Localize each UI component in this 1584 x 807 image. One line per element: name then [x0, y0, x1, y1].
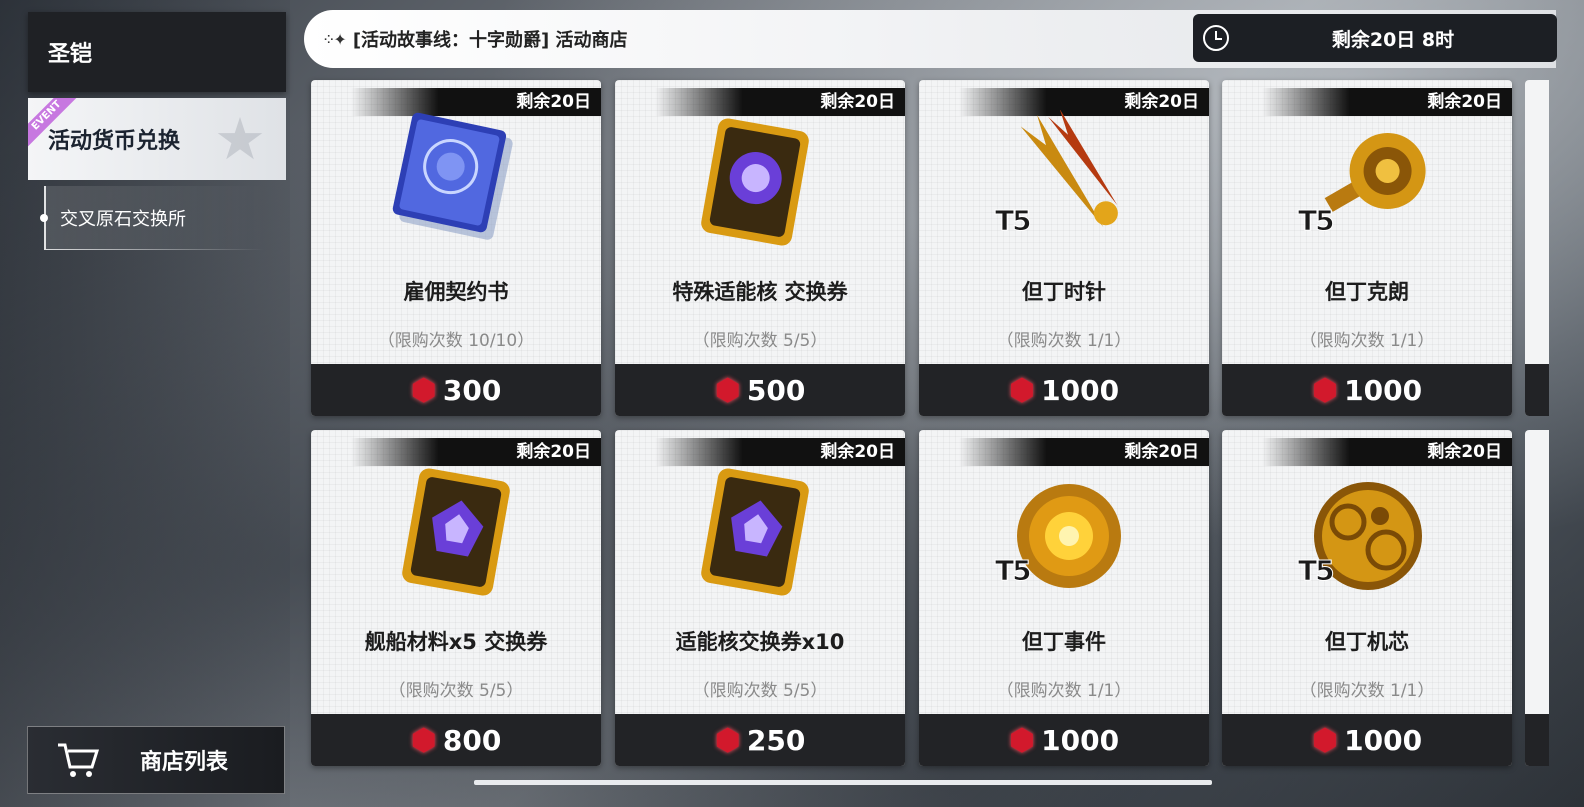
price-bar[interactable]: ⬢ 300 [311, 364, 601, 416]
purchase-limit: （限购次数 5/5） [692, 681, 828, 701]
red-gem-currency-icon: ⬢ [410, 372, 437, 408]
price-bar[interactable]: ⬢ 1000 [919, 364, 1209, 416]
purchase-limit: （限购次数 1/1） [1299, 331, 1435, 351]
cart-icon [28, 741, 128, 779]
price-value: 250 [746, 723, 806, 757]
timer-text: 剩余20日 8时 [1331, 28, 1455, 51]
red-gem-currency-icon: ⬢ [410, 722, 437, 758]
red-gem-currency-icon: ⬢ [1008, 372, 1036, 408]
item-name: 特殊适能核 交换券 [672, 280, 848, 304]
tier-badge: T5 [1298, 554, 1336, 588]
partial-shop-item-card[interactable] [1525, 80, 1549, 416]
red-gem-currency-icon: ⬢ [1311, 722, 1339, 758]
category-title[interactable]: 圣铠 [28, 12, 286, 92]
shop-list-button[interactable]: 商店列表 [27, 726, 285, 794]
shop-list-label: 商店列表 [140, 750, 229, 775]
price-bar[interactable]: ⬢ 1000 [919, 714, 1209, 766]
price-value: 1000 [1041, 373, 1120, 407]
purchase-limit: （限购次数 5/5） [388, 681, 524, 701]
price-bar[interactable]: ⬢ 800 [311, 714, 601, 766]
item-name: 但丁事件 [1022, 630, 1106, 654]
purchase-limit: （限购次数 1/1） [996, 681, 1132, 701]
price-value: 500 [746, 373, 806, 407]
horizontal-scrollbar[interactable] [474, 780, 1212, 785]
partial-shop-item-card[interactable] [1525, 430, 1549, 766]
purchase-limit: （限购次数 1/1） [1299, 681, 1435, 701]
sidebar: 圣铠 EVENT 活动货币兑换 ★ 交叉原石交换所 商店列表 [0, 0, 290, 807]
price-value: 1000 [1344, 723, 1423, 757]
star-emblem-icon: ★ [214, 105, 266, 173]
red-gem-currency-icon: ⬢ [714, 372, 741, 408]
red-gem-currency-icon: ⬢ [1008, 722, 1036, 758]
price-bar[interactable]: ⬢ 1000 [1222, 714, 1512, 766]
shop-item-card[interactable]: 剩余20日 舰船材料x5 交换券 （限购次数 5/5） ⬢ 800 [311, 430, 601, 766]
shop-item-card[interactable]: 剩余20日 T5 但丁克朗 （限购次数 1/1） ⬢ 1000 [1222, 80, 1512, 416]
price-value: 800 [442, 723, 502, 757]
item-name: 但丁机芯 [1325, 630, 1409, 654]
item-name: 雇佣契约书 [403, 280, 509, 304]
purchase-limit: （限购次数 1/1） [996, 331, 1132, 351]
category-active-label: 活动货币兑换 [48, 129, 181, 154]
sidebar-subitem-cross-stone-exchange[interactable]: 交叉原石交换所 [40, 186, 264, 250]
red-gem-currency-icon: ⬢ [714, 722, 741, 758]
category-active-currency-exchange[interactable]: EVENT 活动货币兑换 ★ [28, 98, 286, 180]
price-bar[interactable]: ⬢ 500 [615, 364, 905, 416]
shop-title: [活动故事线：十字勋爵] 活动商店 [352, 30, 628, 51]
red-gem-currency-icon: ⬢ [1311, 372, 1339, 408]
item-name: 舰船材料x5 交换券 [364, 630, 548, 654]
shop-timer: 剩余20日 8时 [1193, 14, 1557, 62]
shop-item-card[interactable]: 剩余20日 T5 但丁事件 （限购次数 1/1） ⬢ 1000 [919, 430, 1209, 766]
tier-badge: T5 [995, 204, 1033, 238]
shop-item-card[interactable]: 剩余20日 雇佣契约书 （限购次数 10/10） ⬢ 300 [311, 80, 601, 416]
price-bar[interactable]: ⬢ 250 [615, 714, 905, 766]
item-name: 但丁克朗 [1325, 280, 1409, 304]
diamond-dots-icon: ⁘✦ [322, 29, 347, 49]
price-bar[interactable]: ⬢ 1000 [1222, 364, 1512, 416]
price-value: 1000 [1041, 723, 1120, 757]
shop-item-card[interactable]: 剩余20日 适能核交换券x10 （限购次数 5/5） ⬢ 250 [615, 430, 905, 766]
item-name: 适能核交换券x10 [675, 630, 845, 654]
clock-icon [1203, 25, 1229, 51]
purchase-limit: （限购次数 5/5） [692, 331, 828, 351]
price-value: 1000 [1344, 373, 1423, 407]
purchase-limit: （限购次数 10/10） [377, 331, 535, 351]
shop-item-card[interactable]: 剩余20日 T5 但丁机芯 （限购次数 1/1） ⬢ 1000 [1222, 430, 1512, 766]
shop-item-card[interactable]: 剩余20日 特殊适能核 交换券 （限购次数 5/5） ⬢ 500 [615, 80, 905, 416]
tier-badge: T5 [1298, 204, 1336, 238]
shop-item-card[interactable]: 剩余20日 T5 但丁时针 （限购次数 1/1） ⬢ 1000 [919, 80, 1209, 416]
tier-badge: T5 [995, 554, 1033, 588]
price-value: 300 [442, 373, 502, 407]
item-name: 但丁时针 [1022, 280, 1106, 304]
